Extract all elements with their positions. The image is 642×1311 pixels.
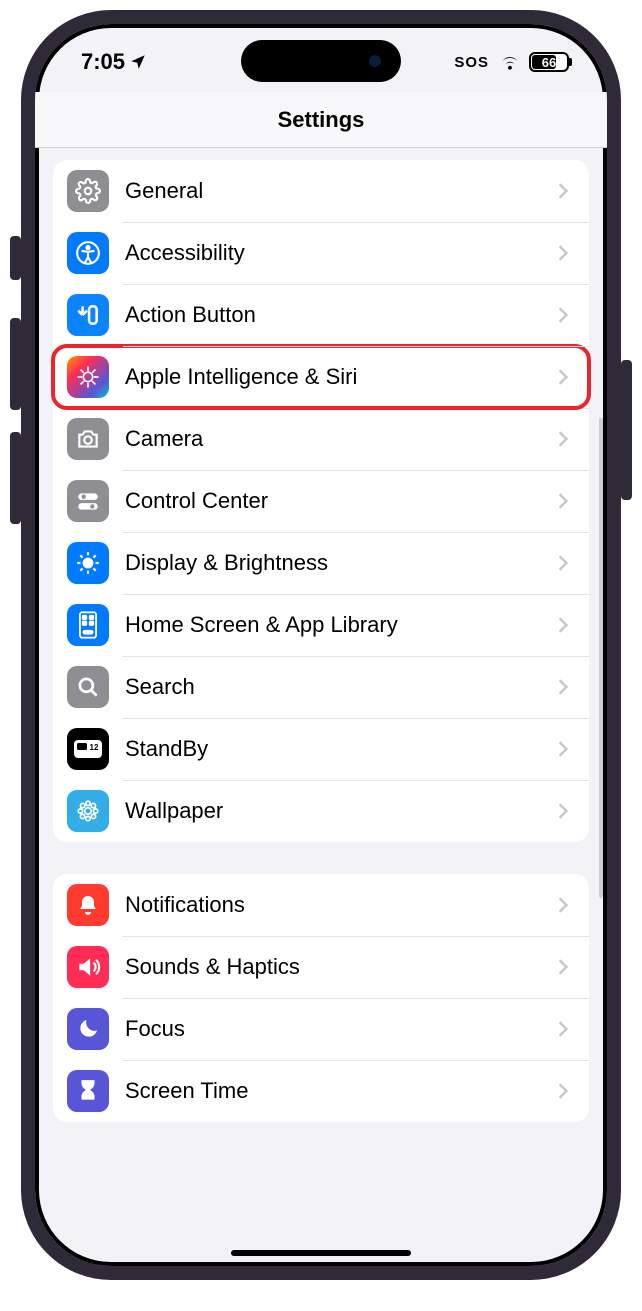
chevron-right-icon xyxy=(553,244,573,262)
location-icon xyxy=(129,53,147,71)
chevron-right-icon xyxy=(553,368,573,386)
row-standby[interactable]: 12 StandBy xyxy=(53,718,589,780)
control-center-icon xyxy=(67,480,109,522)
intelligence-icon xyxy=(67,356,109,398)
home-indicator[interactable] xyxy=(231,1250,411,1256)
row-label: Focus xyxy=(125,1016,553,1042)
row-wallpaper[interactable]: Wallpaper xyxy=(53,780,589,842)
chevron-right-icon xyxy=(553,616,573,634)
standby-icon: 12 xyxy=(67,728,109,770)
status-right: SOS 66 xyxy=(454,52,569,72)
settings-list[interactable]: General Accessibility Action Button xyxy=(35,148,607,1266)
chevron-right-icon xyxy=(553,492,573,510)
accessibility-icon xyxy=(67,232,109,274)
status-time: 7:05 xyxy=(81,49,125,75)
battery-level: 66 xyxy=(531,55,567,70)
notifications-icon xyxy=(67,884,109,926)
status-left: 7:05 xyxy=(81,49,147,75)
row-label: Search xyxy=(125,674,553,700)
brightness-icon xyxy=(67,542,109,584)
action-button-icon xyxy=(67,294,109,336)
chevron-right-icon xyxy=(553,554,573,572)
chevron-right-icon xyxy=(553,896,573,914)
row-camera[interactable]: Camera xyxy=(53,408,589,470)
row-homescreen[interactable]: Home Screen & App Library xyxy=(53,594,589,656)
row-label: Wallpaper xyxy=(125,798,553,824)
chevron-right-icon xyxy=(553,1082,573,1100)
chevron-right-icon xyxy=(553,182,573,200)
chevron-right-icon xyxy=(553,740,573,758)
chevron-right-icon xyxy=(553,430,573,448)
row-label: Home Screen & App Library xyxy=(125,612,553,638)
focus-icon xyxy=(67,1008,109,1050)
wifi-icon xyxy=(499,53,521,71)
search-icon xyxy=(67,666,109,708)
sos-indicator: SOS xyxy=(454,54,489,71)
row-search[interactable]: Search xyxy=(53,656,589,718)
row-label: General xyxy=(125,178,553,204)
chevron-right-icon xyxy=(553,958,573,976)
page-title: Settings xyxy=(278,107,365,133)
chevron-right-icon xyxy=(553,678,573,696)
scroll-indicator[interactable] xyxy=(599,418,603,898)
row-label: StandBy xyxy=(125,736,553,762)
row-screentime[interactable]: Screen Time xyxy=(53,1060,589,1122)
row-label: Notifications xyxy=(125,892,553,918)
row-action-button[interactable]: Action Button xyxy=(53,284,589,346)
nav-bar: Settings xyxy=(35,92,607,148)
chevron-right-icon xyxy=(553,306,573,324)
row-label: Control Center xyxy=(125,488,553,514)
row-label: Screen Time xyxy=(125,1078,553,1104)
row-accessibility[interactable]: Accessibility xyxy=(53,222,589,284)
settings-group-2: Notifications Sounds & Haptics Focus xyxy=(53,874,589,1122)
settings-group-1: General Accessibility Action Button xyxy=(53,160,589,842)
row-label: Sounds & Haptics xyxy=(125,954,553,980)
row-control-center[interactable]: Control Center xyxy=(53,470,589,532)
row-apple-intelligence-siri[interactable]: Apple Intelligence & Siri xyxy=(53,346,589,408)
svg-text:12: 12 xyxy=(90,743,99,752)
row-label: Action Button xyxy=(125,302,553,328)
camera-icon xyxy=(67,418,109,460)
row-label: Display & Brightness xyxy=(125,550,553,576)
chevron-right-icon xyxy=(553,802,573,820)
screentime-icon xyxy=(67,1070,109,1112)
homescreen-icon xyxy=(67,604,109,646)
row-label: Camera xyxy=(125,426,553,452)
general-icon xyxy=(67,170,109,212)
row-notifications[interactable]: Notifications xyxy=(53,874,589,936)
wallpaper-icon xyxy=(67,790,109,832)
row-label: Apple Intelligence & Siri xyxy=(125,364,553,390)
phone-frame: 7:05 SOS 66 Settings G xyxy=(21,10,621,1280)
sounds-icon xyxy=(67,946,109,988)
battery-indicator: 66 xyxy=(529,52,569,72)
row-display-brightness[interactable]: Display & Brightness xyxy=(53,532,589,594)
row-general[interactable]: General xyxy=(53,160,589,222)
row-sounds[interactable]: Sounds & Haptics xyxy=(53,936,589,998)
row-focus[interactable]: Focus xyxy=(53,998,589,1060)
dynamic-island xyxy=(241,40,401,82)
row-label: Accessibility xyxy=(125,240,553,266)
chevron-right-icon xyxy=(553,1020,573,1038)
